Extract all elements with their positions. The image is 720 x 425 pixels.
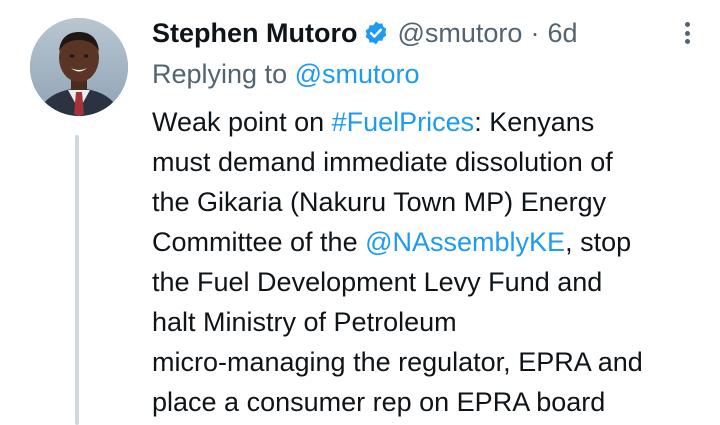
tweet-text-segment: the Gikaria (Nakuru Town MP) Energy — [152, 187, 607, 217]
more-options-icon[interactable] — [677, 18, 697, 48]
verified-badge-icon — [363, 20, 389, 46]
tweet-text: Weak point on #FuelPrices: Kenyans must d… — [152, 102, 697, 422]
avatar-photo — [30, 18, 128, 116]
author-name[interactable]: Stephen Mutoro — [152, 18, 357, 49]
replying-to-label: Replying to — [152, 59, 288, 89]
tweet-text-segment: must demand immediate dissolution of — [152, 147, 613, 177]
tweet-text-line: micro-managing the regulator, EPRA and — [152, 342, 697, 382]
tweet-text-line: the Fuel Development Levy Fund and — [152, 262, 697, 302]
tweet-text-segment: halt Ministry of Petroleum — [152, 307, 457, 337]
tweet-header: Stephen Mutoro @smutoro · 6d — [152, 12, 697, 54]
tweet-text-line: the Gikaria (Nakuru Town MP) Energy — [152, 182, 697, 222]
tweet-timestamp[interactable]: 6d — [547, 18, 577, 49]
tweet-text-segment: Committee of the — [152, 227, 366, 257]
tweet-text-line: halt Ministry of Petroleum — [152, 302, 697, 342]
tweet-text-segment: place a consumer rep on EPRA board — [152, 387, 606, 417]
tweet-text-segment: micro-managing the regulator, EPRA and — [152, 347, 643, 377]
separator-dot: · — [530, 17, 540, 48]
tweet-text-line: place a consumer rep on EPRA board — [152, 382, 697, 422]
avatar[interactable] — [30, 18, 128, 116]
replying-to-handle-link[interactable]: @smutoro — [295, 59, 420, 89]
hashtag-link[interactable]: #FuelPrices — [332, 107, 475, 137]
tweet-text-line: must demand immediate dissolution of — [152, 142, 697, 182]
tweet-text-segment: , stop — [565, 227, 632, 257]
mention-link[interactable]: @NAssemblyKE — [365, 227, 565, 257]
tweet-text-segment: the Fuel Development Levy Fund and — [152, 267, 603, 297]
tweet-content: Stephen Mutoro @smutoro · 6d Replying to… — [152, 12, 697, 422]
tweet-text-line: Committee of the @NAssemblyKE, stop — [152, 222, 697, 262]
tweet-text-line: Weak point on #FuelPrices: Kenyans — [152, 102, 697, 142]
tweet[interactable]: Stephen Mutoro @smutoro · 6d Replying to… — [0, 0, 720, 425]
author-handle[interactable]: @smutoro — [397, 18, 522, 49]
tweet-text-segment: Weak point on — [152, 107, 332, 137]
tweet-text-segment: : Kenyans — [474, 107, 595, 137]
thread-connector-line — [75, 135, 79, 425]
replying-to: Replying to @smutoro — [152, 54, 697, 94]
